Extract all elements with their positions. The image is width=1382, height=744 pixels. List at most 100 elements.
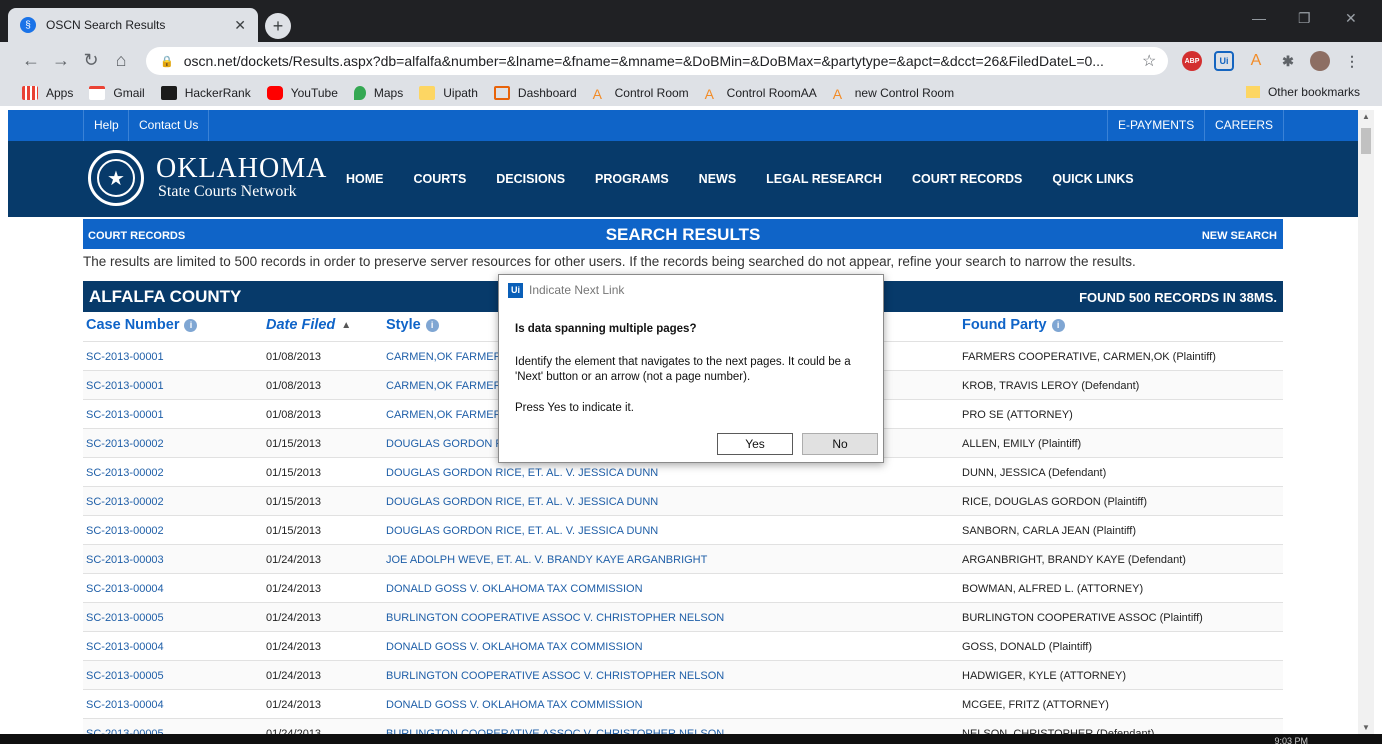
nav-quick-links[interactable]: QUICK LINKS bbox=[1052, 172, 1133, 186]
court-records-link[interactable]: COURT RECORDS bbox=[88, 230, 185, 242]
case-number-link[interactable]: SC-2013-00002 bbox=[86, 467, 164, 479]
case-style-link[interactable]: CARMEN,OK FARMER bbox=[386, 380, 502, 392]
bookmark-maps[interactable]: Maps bbox=[353, 85, 403, 100]
case-number-link[interactable]: SC-2013-00002 bbox=[86, 525, 164, 537]
bookmark-uipath[interactable]: Uipath bbox=[419, 85, 478, 100]
bookmark-dashboard[interactable]: Dashboard bbox=[493, 85, 577, 100]
maximize-icon[interactable]: ❐ bbox=[1298, 10, 1311, 27]
nav-court-records[interactable]: COURT RECORDS bbox=[912, 172, 1022, 186]
case-style-link[interactable]: BURLINGTON COOPERATIVE ASSOC V. CHRISTOP… bbox=[386, 670, 724, 682]
col-header-case-number[interactable]: Case Number i bbox=[86, 317, 198, 333]
case-style-link[interactable]: DOUGLAS GORDON R bbox=[386, 438, 503, 450]
case-style-link[interactable]: DONALD GOSS V. OKLAHOMA TAX COMMISSION bbox=[386, 641, 643, 653]
nav-home[interactable]: HOME bbox=[346, 172, 384, 186]
case-number-link[interactable]: SC-2013-00005 bbox=[86, 670, 164, 682]
case-number-link[interactable]: SC-2013-00004 bbox=[86, 699, 164, 711]
oklahoma-seal-logo[interactable]: ★ bbox=[88, 150, 144, 206]
reload-icon[interactable]: ↻ bbox=[76, 50, 106, 71]
case-number-link[interactable]: SC-2013-00001 bbox=[86, 351, 164, 363]
page-scrollbar[interactable]: ▲ ▼ bbox=[1358, 110, 1374, 734]
found-party: KROB, TRAVIS LEROY (Defendant) bbox=[962, 380, 1140, 392]
case-style-link[interactable]: JOE ADOLPH WEVE, ET. AL. V. BRANDY KAYE … bbox=[386, 554, 707, 566]
forward-icon[interactable]: → bbox=[46, 50, 76, 71]
bookmark-hackerrank[interactable]: HackerRank bbox=[160, 85, 251, 100]
home-icon[interactable]: ⌂ bbox=[106, 50, 136, 71]
bookmark-new-control-room[interactable]: Anew Control Room bbox=[833, 86, 954, 102]
no-button[interactable]: No bbox=[802, 433, 878, 455]
menu-kebab-icon[interactable]: ⋮ bbox=[1342, 51, 1362, 71]
col-header-date-filed[interactable]: Date Filed ▲ bbox=[266, 317, 351, 333]
case-number-link[interactable]: SC-2013-00004 bbox=[86, 583, 164, 595]
new-tab-button[interactable]: + bbox=[265, 13, 291, 39]
date-filed: 01/08/2013 bbox=[266, 380, 322, 392]
bookmark-control-room[interactable]: A Control Room bbox=[593, 86, 689, 102]
case-number-link[interactable]: SC-2013-00001 bbox=[86, 409, 164, 421]
table-row: SC-2013-00005 01/24/2013 BURLINGTON COOPER… bbox=[83, 602, 1283, 631]
table-row: SC-2013-00005 01/24/2013 BURLINGTON COOPER… bbox=[83, 660, 1283, 689]
extensions-puzzle-icon[interactable]: ✱ bbox=[1278, 51, 1298, 71]
bookmark-youtube[interactable]: YouTube bbox=[266, 85, 338, 100]
table-row: SC-2013-00002 01/15/2013 DOUGLAS GORDON RI… bbox=[83, 486, 1283, 515]
col-header-found-party[interactable]: Found Party i bbox=[962, 317, 1065, 333]
back-icon[interactable]: ← bbox=[16, 50, 46, 71]
bookmark-star-icon[interactable]: ☆ bbox=[1142, 51, 1168, 71]
apps-grid-icon bbox=[22, 85, 38, 100]
careers-link[interactable]: CAREERS bbox=[1204, 110, 1285, 141]
case-style-link[interactable]: CARMEN,OK FARMER bbox=[386, 351, 502, 363]
case-style-link[interactable]: DONALD GOSS V. OKLAHOMA TAX COMMISSION bbox=[386, 583, 643, 595]
case-number-link[interactable]: SC-2013-00004 bbox=[86, 641, 164, 653]
case-style-link[interactable]: DONALD GOSS V. OKLAHOMA TAX COMMISSION bbox=[386, 699, 643, 711]
new-search-link[interactable]: NEW SEARCH bbox=[1202, 230, 1277, 242]
nav-legal-research[interactable]: LEGAL RESEARCH bbox=[766, 172, 882, 186]
bookmark-control-room-aa[interactable]: A Control RoomAA bbox=[705, 86, 817, 102]
info-icon[interactable]: i bbox=[184, 318, 198, 332]
nav-news[interactable]: NEWS bbox=[699, 172, 737, 186]
info-icon[interactable]: i bbox=[425, 318, 439, 332]
profile-avatar[interactable] bbox=[1310, 51, 1330, 71]
table-row: SC-2013-00004 01/24/2013 DONALD GOSS V. OK… bbox=[83, 631, 1283, 660]
table-row: SC-2013-00003 01/24/2013 JOE ADOLPH WEVE, … bbox=[83, 544, 1283, 573]
tab-close-icon[interactable]: ✕ bbox=[234, 17, 246, 34]
col-header-style[interactable]: Style i bbox=[386, 317, 439, 333]
scroll-down-icon[interactable]: ▼ bbox=[1358, 723, 1374, 732]
automation-anywhere-icon[interactable]: A bbox=[1246, 51, 1266, 71]
case-style-link[interactable]: DOUGLAS GORDON RICE, ET. AL. V. JESSICA … bbox=[386, 467, 658, 479]
close-window-icon[interactable]: ✕ bbox=[1345, 10, 1357, 27]
browser-tab[interactable]: § OSCN Search Results ✕ bbox=[8, 8, 258, 42]
nav-courts[interactable]: COURTS bbox=[414, 172, 467, 186]
minimize-icon[interactable]: — bbox=[1252, 10, 1266, 26]
help-link[interactable]: Help bbox=[83, 110, 129, 141]
case-number-link[interactable]: SC-2013-00002 bbox=[86, 438, 164, 450]
scroll-thumb[interactable] bbox=[1361, 128, 1371, 154]
case-style-link[interactable]: DOUGLAS GORDON RICE, ET. AL. V. JESSICA … bbox=[386, 496, 658, 508]
case-number-link[interactable]: SC-2013-00002 bbox=[86, 496, 164, 508]
url-text[interactable]: oscn.net/dockets/Results.aspx?db=alfalfa… bbox=[184, 53, 1142, 69]
adblock-icon[interactable]: ABP bbox=[1182, 51, 1202, 71]
case-number-link[interactable]: SC-2013-00005 bbox=[86, 612, 164, 624]
address-bar[interactable]: 🔒 oscn.net/dockets/Results.aspx?db=alfal… bbox=[146, 47, 1168, 75]
lock-icon: 🔒 bbox=[160, 55, 174, 68]
case-style-link[interactable]: DOUGLAS GORDON RICE, ET. AL. V. JESSICA … bbox=[386, 525, 658, 537]
brand-title[interactable]: OKLAHOMA bbox=[156, 153, 327, 185]
yes-button[interactable]: Yes bbox=[717, 433, 793, 455]
case-number-link[interactable]: SC-2013-00001 bbox=[86, 380, 164, 392]
brand-subtitle[interactable]: State Courts Network bbox=[158, 183, 297, 201]
case-number-link[interactable]: SC-2013-00003 bbox=[86, 554, 164, 566]
e-payments-link[interactable]: E-PAYMENTS bbox=[1107, 110, 1204, 141]
other-bookmarks[interactable]: Other bookmarks bbox=[1245, 85, 1360, 99]
uipath-extension-icon[interactable]: Ui bbox=[1214, 51, 1234, 71]
dialog-instruction: Press Yes to indicate it. bbox=[515, 402, 634, 414]
found-party: ALLEN, EMILY (Plaintiff) bbox=[962, 438, 1082, 450]
nav-decisions[interactable]: DECISIONS bbox=[496, 172, 565, 186]
bookmark-gmail[interactable]: Gmail bbox=[89, 85, 145, 100]
case-style-link[interactable]: CARMEN,OK FARMER bbox=[386, 409, 502, 421]
bookmarks-bar: Apps Gmail HackerRank YouTube Maps Uipat… bbox=[0, 79, 1382, 106]
tab-strip: § OSCN Search Results ✕ + — ❐ ✕ bbox=[0, 0, 1382, 42]
contact-us-link[interactable]: Contact Us bbox=[128, 110, 210, 141]
info-icon[interactable]: i bbox=[1051, 318, 1065, 332]
nav-programs[interactable]: PROGRAMS bbox=[595, 172, 669, 186]
sort-ascending-icon[interactable]: ▲ bbox=[341, 320, 351, 331]
case-style-link[interactable]: BURLINGTON COOPERATIVE ASSOC V. CHRISTOP… bbox=[386, 612, 724, 624]
scroll-up-icon[interactable]: ▲ bbox=[1358, 112, 1374, 121]
bookmark-apps[interactable]: Apps bbox=[22, 85, 73, 100]
